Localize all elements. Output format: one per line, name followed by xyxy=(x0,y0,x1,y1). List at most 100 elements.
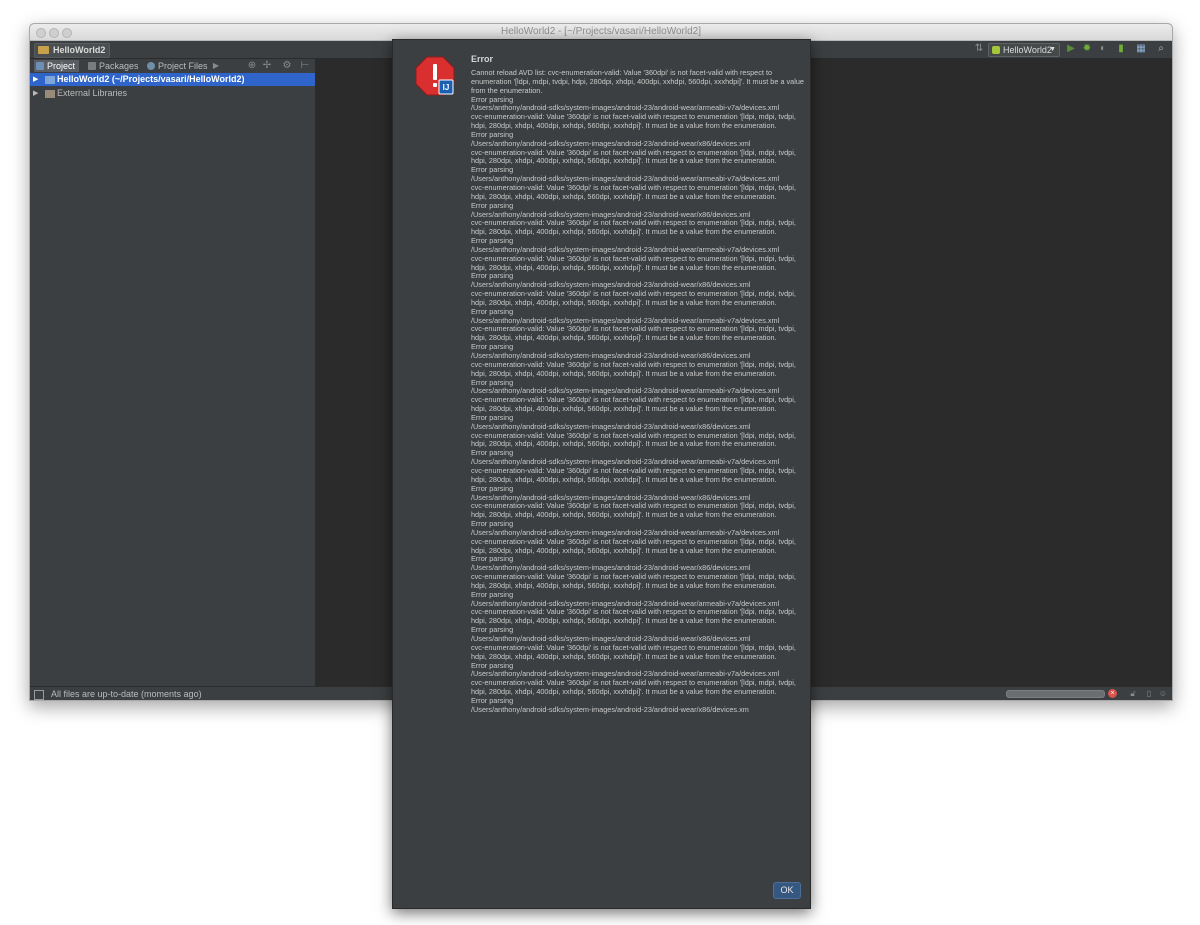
error-path: /Users/anthony/android-sdks/system-image… xyxy=(471,634,751,643)
ok-button[interactable]: OK xyxy=(773,882,801,899)
error-block: Error parsing /Users/anthony/android-sdk… xyxy=(471,448,798,484)
globe-icon xyxy=(147,62,155,70)
folder-icon xyxy=(38,46,49,54)
hide-panel-icon[interactable]: ⊢ xyxy=(300,61,310,71)
error-detail: cvc-enumeration-valid: Value '360dpi' is… xyxy=(471,182,798,201)
error-path: /Users/anthony/android-sdks/system-image… xyxy=(471,315,780,325)
git-icon[interactable]: ▯ xyxy=(1144,689,1154,699)
error-path: /Users/anthony/android-sdks/system-image… xyxy=(471,669,780,679)
project-tool-window: Project Packages Project Files ▶ ⊕ ✢ ⚙ ⊢… xyxy=(30,59,316,686)
event-log-error-icon[interactable]: × xyxy=(1108,689,1117,698)
tab-packages[interactable]: Packages xyxy=(86,60,139,72)
tree-item-external-libraries[interactable]: ▶ External Libraries xyxy=(30,87,315,100)
error-detail: cvc-enumeration-valid: Value '360dpi' is… xyxy=(471,324,798,343)
more-tabs-arrow-icon[interactable]: ▶ xyxy=(211,61,221,71)
error-block: Error parsing /Users/anthony/android-sdk… xyxy=(471,271,798,307)
tree-item-project-root[interactable]: ▶ HelloWorld2 (~/Projects/vasari/HelloWo… xyxy=(30,73,315,86)
background-task-progress[interactable] xyxy=(1006,690,1105,698)
error-detail: cvc-enumeration-valid: Value '360dpi' is… xyxy=(471,572,798,590)
error-detail: cvc-enumeration-valid: Value '360dpi' is… xyxy=(471,501,798,520)
tab-label: Project Files xyxy=(158,61,208,71)
tool-window-toggle-icon[interactable] xyxy=(34,690,44,700)
packages-icon xyxy=(88,62,96,70)
android-icon xyxy=(992,46,1000,54)
gear-icon[interactable]: ⚙ xyxy=(282,61,292,71)
run-configuration-select[interactable]: HelloWorld2 ▼ xyxy=(988,43,1060,57)
tree-item-label: HelloWorld2 (~/Projects/vasari/HelloWorl… xyxy=(57,74,245,84)
error-path: /Users/anthony/android-sdks/system-image… xyxy=(471,421,751,431)
tab-project[interactable]: Project xyxy=(34,60,80,72)
error-path: /Users/anthony/android-sdks/system-image… xyxy=(471,351,751,360)
sort-icon[interactable]: ⇅ xyxy=(974,44,984,54)
error-path: /Users/anthony/android-sdks/system-image… xyxy=(471,280,751,290)
error-detail: cvc-enumeration-valid: Value '360dpi' is… xyxy=(471,253,798,272)
expand-arrow-icon[interactable]: ▶ xyxy=(33,87,38,100)
error-heading: Error parsing xyxy=(471,342,514,352)
error-heading: Error parsing xyxy=(471,94,514,104)
run-configuration-label: HelloWorld2 xyxy=(1003,45,1052,55)
error-block: Error parsing /Users/anthony/android-sdk… xyxy=(471,484,798,520)
error-heading: Error parsing xyxy=(471,625,514,635)
dialog-title: Error xyxy=(471,54,494,64)
error-path: /Users/anthony/android-sdks/system-image… xyxy=(471,174,780,184)
project-view-tabs: Project Packages Project Files ▶ ⊕ ✢ ⚙ ⊢ xyxy=(30,59,315,74)
error-path: /Users/anthony/android-sdks/system-image… xyxy=(471,563,751,573)
error-block: Error parsing /Users/anthony/android-sdk… xyxy=(471,413,798,449)
error-detail: cvc-enumeration-valid: Value '360dpi' is… xyxy=(471,218,798,237)
error-path: /Users/anthony/android-sdks/system-image… xyxy=(471,704,749,714)
error-heading: Error parsing xyxy=(471,554,514,564)
error-block: Error parsing /Users/anthony/android-sdk… xyxy=(471,236,798,272)
error-path: /Users/anthony/android-sdks/system-image… xyxy=(471,209,751,219)
error-path: /Users/anthony/android-sdks/system-image… xyxy=(471,138,751,148)
error-heading: Error parsing xyxy=(471,306,514,316)
inspector-icon[interactable]: ☺ xyxy=(1158,689,1168,699)
error-detail: cvc-enumeration-valid: Value '360dpi' is… xyxy=(471,289,798,307)
svg-text:IJ: IJ xyxy=(443,83,450,92)
breadcrumb-label: HelloWorld2 xyxy=(53,45,106,55)
error-block: Error parsing /Users/anthony/android-sdk… xyxy=(471,519,798,555)
error-path: /Users/anthony/android-sdks/system-image… xyxy=(471,457,780,467)
search-icon[interactable]: ⌕ xyxy=(1156,44,1166,54)
error-path: /Users/anthony/android-sdks/system-image… xyxy=(471,598,780,608)
error-heading: Error parsing xyxy=(471,412,514,422)
library-icon xyxy=(45,90,55,98)
lock-icon[interactable]: 🔓︎ xyxy=(1128,689,1138,699)
error-detail: cvc-enumeration-valid: Value '360dpi' is… xyxy=(471,112,798,131)
error-detail: cvc-enumeration-valid: Value '360dpi' is… xyxy=(471,678,798,697)
project-structure-icon[interactable]: ▦ xyxy=(1136,44,1146,54)
error-block: Error parsing /Users/anthony/android-sdk… xyxy=(471,554,798,590)
error-intro: Cannot reload AVD list: cvc-enumeration-… xyxy=(471,68,807,95)
error-detail: cvc-enumeration-valid: Value '360dpi' is… xyxy=(471,147,798,166)
debug-icon[interactable]: ✹ xyxy=(1082,44,1092,54)
error-detail: cvc-enumeration-valid: Value '360dpi' is… xyxy=(471,465,798,484)
error-stop-icon: IJ xyxy=(415,56,455,96)
error-path: /Users/anthony/android-sdks/system-image… xyxy=(471,103,780,113)
error-path: /Users/anthony/android-sdks/system-image… xyxy=(471,527,780,537)
error-dialog: IJ Error Cannot reload AVD list: cvc-enu… xyxy=(392,39,811,909)
tab-label: Project xyxy=(47,61,76,71)
sdk-manager-icon[interactable]: ▮ xyxy=(1116,44,1126,54)
error-path: /Users/anthony/android-sdks/system-image… xyxy=(471,386,780,396)
module-folder-icon xyxy=(45,76,55,84)
error-block: Error parsing /Users/anthony/android-sdk… xyxy=(471,342,798,378)
error-block: Error parsing /Users/anthony/android-sdk… xyxy=(471,130,798,166)
error-heading: Error parsing xyxy=(471,660,514,670)
error-block: Error parsing /Users/anthony/android-sdk… xyxy=(471,590,798,626)
expand-arrow-icon[interactable]: ▶ xyxy=(33,73,38,86)
tab-label: Packages xyxy=(99,61,139,71)
profile-icon[interactable]: ◐ xyxy=(1098,44,1108,54)
scroll-from-source-icon[interactable]: ⊕ xyxy=(247,61,257,71)
run-icon[interactable]: ▶ xyxy=(1066,44,1076,54)
error-block: Error parsing /Users/anthony/android-sdk… xyxy=(471,201,798,237)
tab-project-files[interactable]: Project Files xyxy=(145,60,208,72)
chevron-down-icon: ▼ xyxy=(1049,46,1056,53)
error-path: /Users/anthony/android-sdks/system-image… xyxy=(471,244,780,254)
error-message: Cannot reload AVD list: cvc-enumeration-… xyxy=(471,68,807,715)
breadcrumb-project[interactable]: HelloWorld2 xyxy=(34,43,111,58)
error-heading: Error parsing xyxy=(471,271,514,281)
collapse-all-icon[interactable]: ✢ xyxy=(262,61,272,71)
error-block: Error parsing /Users/anthony/android-sdk… xyxy=(471,165,798,201)
error-heading: Error parsing xyxy=(471,236,514,246)
error-detail: cvc-enumeration-valid: Value '360dpi' is… xyxy=(471,642,798,661)
project-icon xyxy=(36,62,44,70)
